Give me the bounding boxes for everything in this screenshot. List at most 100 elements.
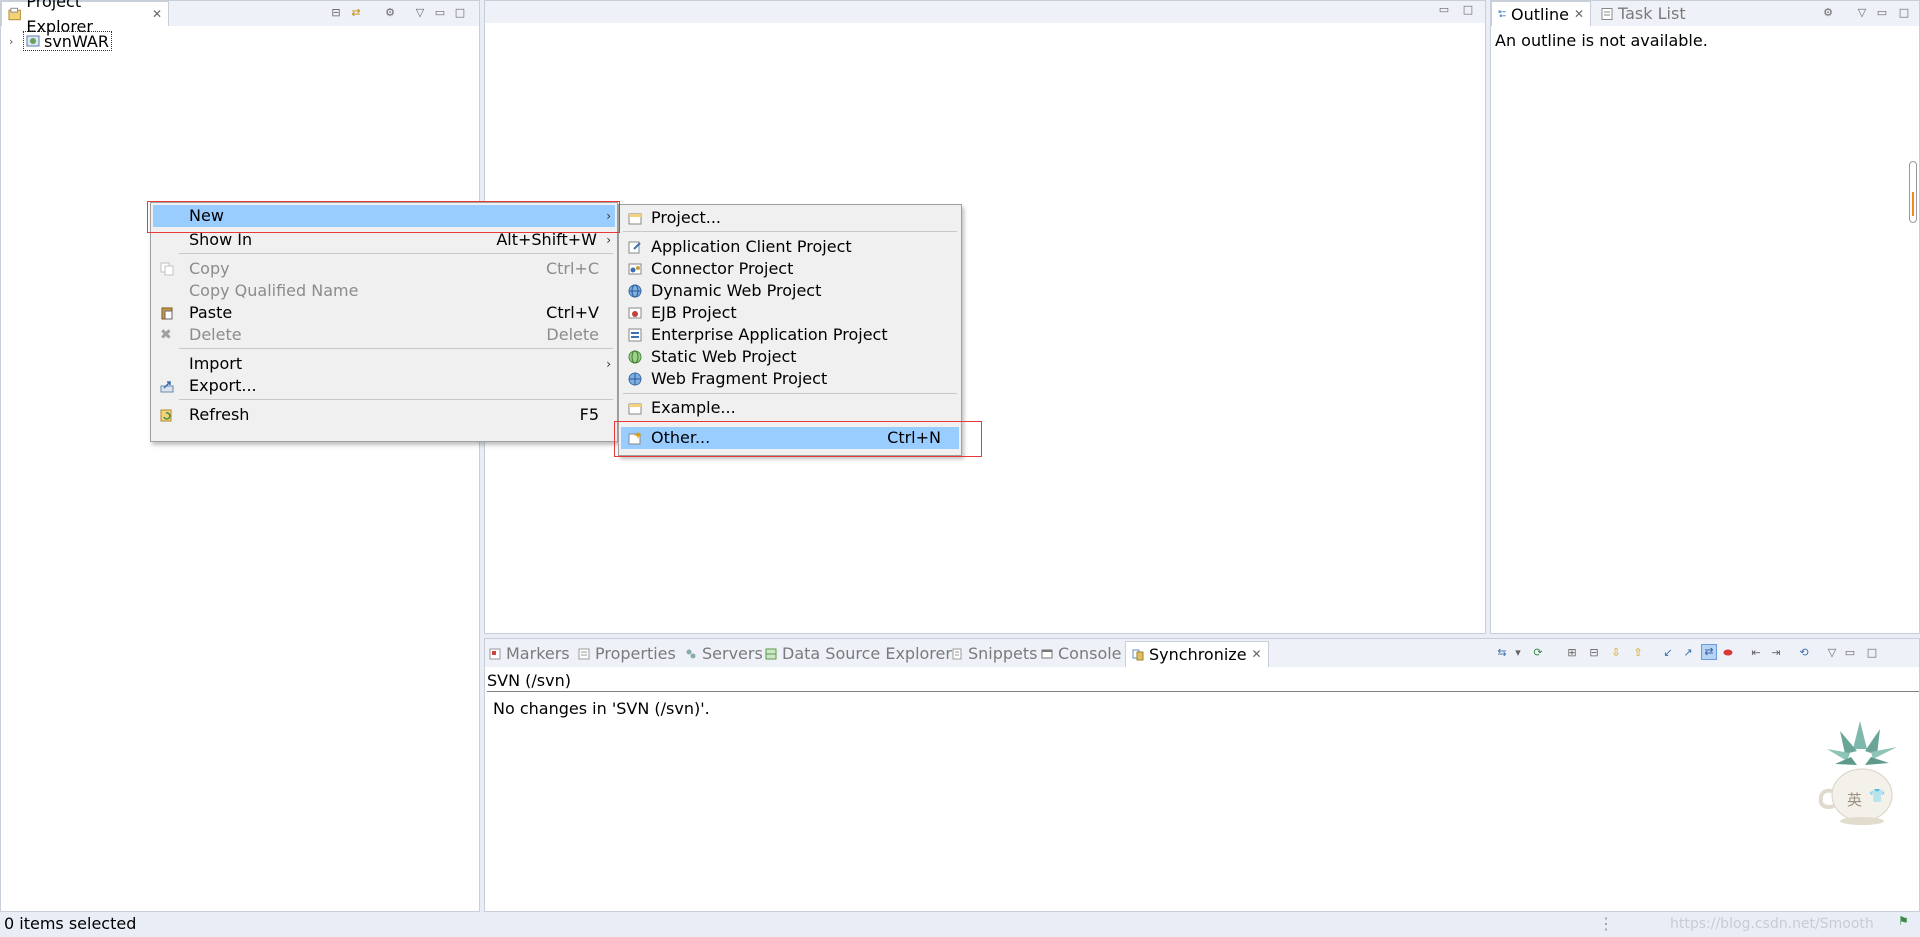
tab-task-list[interactable]: Task List xyxy=(1601,1,1686,26)
tab-console-label: Console xyxy=(1058,644,1122,663)
menu-item-copy[interactable]: Copy Ctrl+C xyxy=(153,258,615,280)
menu-item-dynamic-web-project[interactable]: Dynamic Web Project xyxy=(621,280,959,302)
tab-console[interactable]: Console xyxy=(1041,641,1122,666)
close-icon[interactable]: ✕ xyxy=(152,2,162,27)
expand-all-icon[interactable]: ⊞ xyxy=(1565,646,1579,660)
chevron-right-icon[interactable]: › xyxy=(9,35,19,48)
show-history-icon[interactable]: ⟲ xyxy=(1797,646,1811,660)
minimize-icon[interactable]: ▭ xyxy=(1437,3,1451,17)
minimize-icon[interactable]: ▭ xyxy=(1875,6,1889,20)
menu-item-copy-qualified-name[interactable]: Copy Qualified Name xyxy=(153,280,615,302)
menu-item-other[interactable]: Other... Ctrl+N xyxy=(621,427,959,449)
menu-item-web-fragment-project[interactable]: Web Fragment Project xyxy=(621,368,959,390)
tab-data-source-explorer[interactable]: Data Source Explorer xyxy=(765,641,952,666)
menu-separator xyxy=(623,421,957,422)
new-submenu: Project... Application Client Project Co… xyxy=(618,204,962,456)
menu-item-application-client-project[interactable]: Application Client Project xyxy=(621,236,959,258)
task-list-icon xyxy=(1601,7,1613,20)
ime-plant-widget[interactable]: 英 👕 xyxy=(1805,709,1915,829)
maximize-icon[interactable]: □ xyxy=(1897,6,1911,20)
menu-item-shortcut: Ctrl+V xyxy=(546,303,599,322)
menu-item-project[interactable]: Project... xyxy=(621,207,959,229)
pin-icon[interactable]: ⇤ xyxy=(1749,646,1763,660)
menu-separator xyxy=(179,253,613,254)
synchronize-message: No changes in 'SVN (/svn)'. xyxy=(493,699,710,718)
new-wizard-icon xyxy=(628,431,642,445)
close-icon[interactable]: ✕ xyxy=(1574,2,1584,27)
close-icon[interactable]: ✕ xyxy=(1252,642,1262,667)
maximize-icon[interactable]: □ xyxy=(453,6,467,20)
menu-item-label: Import xyxy=(189,354,243,373)
properties-icon xyxy=(578,648,590,659)
menu-item-delete[interactable]: ✖ Delete Delete xyxy=(153,324,615,346)
new-project-icon xyxy=(628,213,642,225)
filters-icon[interactable]: ⚙ xyxy=(1821,6,1835,20)
dropdown-icon[interactable]: ▾ xyxy=(1511,646,1525,660)
menu-item-label: Copy Qualified Name xyxy=(189,281,359,300)
scrollbar-thumb[interactable] xyxy=(1912,192,1914,216)
synchronize-mode-icon[interactable]: ⇆ xyxy=(1495,646,1509,660)
tree-item-selection: svnWAR xyxy=(23,31,112,51)
menu-item-export[interactable]: Export... xyxy=(153,375,615,397)
tab-outline[interactable]: Outline ✕ xyxy=(1491,1,1591,26)
chevron-right-icon: › xyxy=(606,233,611,247)
menu-item-new[interactable]: New › xyxy=(153,205,615,227)
pin-alt-icon[interactable]: ⇥ xyxy=(1769,646,1783,660)
conflicts-mode-icon[interactable]: ⬬ xyxy=(1721,646,1735,660)
enterprise-application-icon xyxy=(628,328,642,342)
minimize-icon[interactable]: ▭ xyxy=(1843,646,1857,660)
project-explorer-icon xyxy=(8,7,21,21)
menu-item-paste[interactable]: Paste Ctrl+V xyxy=(153,302,615,324)
menu-item-show-in[interactable]: Show In Alt+Shift+W › xyxy=(153,229,615,251)
outline-tabbar: Outline ✕ Task List ⚙ ▽ ▭ □ xyxy=(1491,1,1919,26)
succulent-icon xyxy=(1818,721,1897,825)
shirt-icon: 👕 xyxy=(1869,789,1886,804)
tab-markers[interactable]: Markers xyxy=(489,641,570,666)
filters-icon[interactable]: ⚙ xyxy=(383,6,397,20)
tab-servers[interactable]: Servers xyxy=(685,641,763,666)
tab-snippets[interactable]: Snippets xyxy=(951,641,1038,666)
project-explorer-tabbar: Project Explorer ✕ ⊟ ⇄ ⚙ ▽ ▭ □ xyxy=(1,0,479,36)
view-menu-icon[interactable]: ▽ xyxy=(413,6,427,20)
menu-item-ejb-project[interactable]: EJB Project xyxy=(621,302,959,324)
outgoing-mode-icon[interactable]: ↗ xyxy=(1681,646,1695,660)
outline-panel: Outline ✕ Task List ⚙ ▽ ▭ □ An outline i… xyxy=(1490,0,1920,634)
incoming-mode-icon[interactable]: ↙ xyxy=(1661,646,1675,660)
menu-separator xyxy=(179,348,613,349)
synchronize-header: SVN (/svn) xyxy=(487,671,1919,692)
collapse-all-icon[interactable]: ⊟ xyxy=(329,6,343,20)
bottom-tabbar: Markers Properties Servers Data Source E… xyxy=(485,639,1919,667)
tab-properties[interactable]: Properties xyxy=(578,641,676,666)
both-modes-icon[interactable]: ⇄ xyxy=(1701,644,1717,660)
next-difference-icon[interactable]: ⇩ xyxy=(1609,646,1623,660)
maximize-icon[interactable]: □ xyxy=(1865,646,1879,660)
ime-language-indicator[interactable]: 英 xyxy=(1847,789,1862,810)
tab-markers-label: Markers xyxy=(506,644,570,663)
menu-item-connector-project[interactable]: Connector Project xyxy=(621,258,959,280)
tab-snippets-label: Snippets xyxy=(968,644,1038,663)
link-with-editor-icon[interactable]: ⇄ xyxy=(349,6,363,20)
web-fragment-icon xyxy=(628,372,642,386)
menu-item-static-web-project[interactable]: Static Web Project xyxy=(621,346,959,368)
vertical-scrollbar[interactable] xyxy=(1909,161,1917,223)
menu-item-label: Show In xyxy=(189,230,253,249)
console-icon xyxy=(1041,649,1053,658)
menu-item-example[interactable]: Example... xyxy=(621,397,959,419)
tree-item[interactable]: › svnWAR xyxy=(9,31,112,51)
menu-item-shortcut: Ctrl+C xyxy=(545,259,599,278)
menu-item-refresh[interactable]: Refresh F5 xyxy=(153,404,615,426)
tab-project-explorer[interactable]: Project Explorer ✕ xyxy=(1,0,169,36)
maximize-icon[interactable]: □ xyxy=(1461,3,1475,17)
previous-difference-icon[interactable]: ⇧ xyxy=(1631,646,1645,660)
tab-data-source-explorer-label: Data Source Explorer xyxy=(782,644,952,663)
synchronize-icon[interactable]: ⟳ xyxy=(1531,646,1545,660)
collapse-all-icon[interactable]: ⊟ xyxy=(1587,646,1601,660)
menu-item-import[interactable]: Import › xyxy=(153,353,615,375)
minimize-icon[interactable]: ▭ xyxy=(433,6,447,20)
view-menu-icon[interactable]: ▽ xyxy=(1855,6,1869,20)
tab-synchronize[interactable]: Synchronize ✕ xyxy=(1125,641,1269,667)
synchronize-icon xyxy=(1132,649,1144,660)
menu-item-enterprise-application-project[interactable]: Enterprise Application Project xyxy=(621,324,959,346)
view-menu-icon[interactable]: ▽ xyxy=(1825,646,1839,660)
network-icon: ⚑ xyxy=(1898,914,1909,928)
